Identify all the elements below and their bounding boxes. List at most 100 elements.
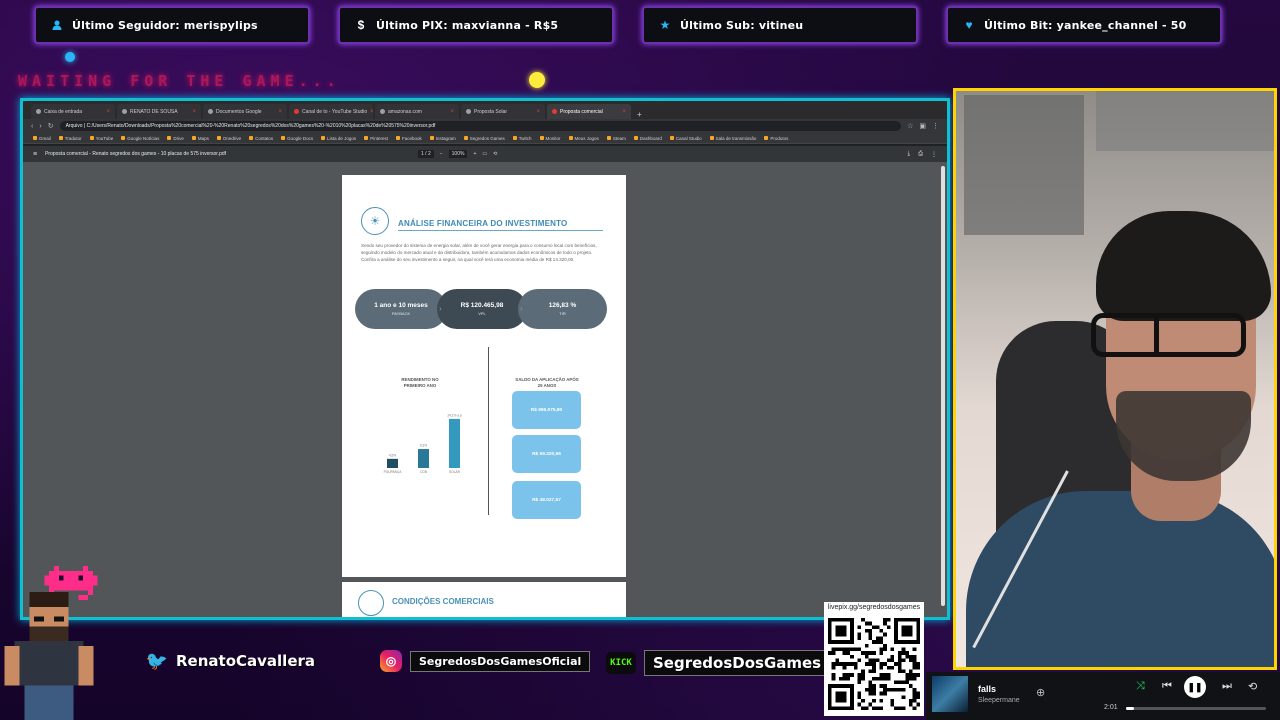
bookmark-item[interactable]: Contatos [249,136,273,141]
livepix-qr[interactable]: livepix.gg/segredosdosgames [824,602,924,716]
star-icon[interactable]: ☆ [907,122,913,130]
bookmark-item[interactable]: Google Docs [281,136,313,141]
social-kick[interactable]: KICK SegredosDosGames [606,650,831,676]
bookmark-item[interactable]: Gmail [33,136,51,141]
folder-icon [58,136,63,140]
bookmark-item[interactable]: Steam [606,135,626,141]
progress-bar[interactable] [1126,707,1266,710]
bookmark-item[interactable]: Segredos Games [463,136,505,141]
solar-logo-icon: ☀ [361,207,389,235]
zoom-level[interactable]: 100% [448,150,468,158]
bookmark-item[interactable]: Twitch [512,136,532,141]
forward-icon[interactable]: › [39,123,41,130]
kick-icon: KICK [606,652,636,674]
page-indicator[interactable]: 1 / 2 [418,150,434,158]
shuffle-icon[interactable]: ⤨ [1136,680,1145,693]
extensions-icon[interactable]: ▣ [919,122,926,130]
instagram-icon: ◎ [380,650,402,672]
rotate-icon[interactable]: ⟲ [493,151,497,157]
chart-bar [387,458,398,468]
bookmark-item[interactable]: Sala de transmissão [709,136,756,141]
dollar-icon: $ [357,18,365,32]
close-icon[interactable]: × [450,109,454,115]
glow-dot [529,72,545,88]
metric-label: VPL [478,311,486,316]
pause-button[interactable]: ❚❚ [1184,676,1206,698]
browser-tab[interactable]: Caixa de entrada × [31,104,115,119]
fit-page-icon[interactable]: ▭ [482,151,487,157]
bookmark-label: Onedrive [222,135,242,141]
repeat-icon[interactable]: ⟲ [1248,680,1257,693]
bookmark-item[interactable]: Lista de Jogos [321,136,356,141]
social-twitter[interactable]: 🐦 RenatoCavallera [146,650,315,672]
bookmark-item[interactable]: Monitor [539,136,561,141]
bookmark-label: Tradutor [64,135,82,141]
bookmark-label: Google Docs [287,135,314,141]
bookmark-label: Pinterest [370,135,388,141]
balance-box: R$ 48.027,57 [512,481,581,519]
bookmark-item[interactable]: Maps [191,136,209,141]
folder-icon [512,136,517,140]
previous-icon[interactable]: ⏮ [1162,680,1172,693]
metric-label: PAYBACK [391,311,411,316]
alert-last-pix: $ Último PIX: maxvianna - R$5 [338,6,614,44]
twitter-handle: RenatoCavallera [176,652,316,670]
browser-tab[interactable]: Proposta Solar × [461,104,545,119]
close-icon[interactable]: × [536,109,540,115]
wall-panel [1096,91,1274,151]
bookmark-item[interactable]: Dashboard [633,136,662,141]
bookmark-item[interactable]: Google Notícias [121,136,159,141]
zoom-out-icon[interactable]: − [440,151,443,157]
browser-tab[interactable]: amazonas.com × [375,104,459,119]
bookmark-item[interactable]: Facebook [395,136,422,141]
bookmark-item[interactable]: Produtos [764,136,788,141]
alert-last-bit: ♥ Último Bit: yankee_channel - 50 [946,6,1222,44]
bookmark-label: Meus Jogos [574,135,599,141]
bookmark-item[interactable]: Onedrive [216,135,242,141]
pdf-toolbar: ≡ Proposta comercial - Renato segredos d… [23,146,947,162]
bookmark-item[interactable]: YouTube [89,136,113,141]
bookmark-item[interactable]: Drive [167,136,184,141]
add-to-library-icon[interactable]: ⊕ [1036,686,1045,699]
scrollbar[interactable] [941,166,945,606]
folder-icon [281,136,286,140]
close-icon[interactable]: × [192,109,196,115]
section-title: ANÁLISE FINANCEIRA DO INVESTIMENTO [398,219,568,228]
browser-tab-active[interactable]: Proposta comercial × [547,104,631,119]
menu-icon[interactable]: ≡ [33,151,37,158]
download-icon[interactable]: ⤓ [908,151,911,158]
browser-tab[interactable]: Canal de to - YouTube Studio× [289,104,373,119]
bookmark-item[interactable]: Canal Studio [669,136,702,141]
folder-icon [395,136,400,140]
social-instagram[interactable]: ◎ SegredosDosGamesOficial [380,650,591,672]
chart-data-label: 24,1% a.a [447,413,462,417]
reload-icon[interactable]: ↻ [48,122,54,130]
pdf-viewer[interactable]: ☀ ANÁLISE FINANCEIRA DO INVESTIMENTO Sen… [23,162,947,617]
bookmark-item[interactable]: Instagram [429,136,456,141]
browser-tab[interactable]: RENATO DE SOUSA × [117,104,201,119]
pdf-page: ☀ ANÁLISE FINANCEIRA DO INVESTIMENTO Sen… [342,175,626,577]
back-icon[interactable]: ‹ [31,123,33,130]
close-icon[interactable]: × [278,109,282,115]
new-tab-button[interactable]: + [633,110,646,119]
bookmark-label: Steam [612,135,626,141]
more-icon[interactable]: ⋮ [931,151,937,158]
next-icon[interactable]: ⏭ [1222,680,1232,693]
close-icon[interactable]: × [370,109,373,115]
bookmark-item[interactable]: Pinterest [364,136,388,141]
zoom-in-icon[interactable]: + [473,151,476,157]
bookmark-item[interactable]: Meus Jogos [568,135,599,141]
menu-icon[interactable]: ⋮ [932,122,939,130]
close-icon[interactable]: × [622,109,626,115]
metric-value: 126,83 % [548,302,577,309]
url-field[interactable]: Arquivo | C:/Users/Renato/Downloads/Prop… [59,121,902,131]
folder-icon [191,136,196,140]
bookmark-item[interactable]: Tradutor [58,135,82,141]
close-icon[interactable]: × [106,109,110,115]
folder-icon [568,136,573,140]
browser-tab[interactable]: Documentos Google × [203,104,287,119]
webcam-feed [953,88,1277,670]
chart-heading: RENDIMENTO NO PRIMEIRO ANO [401,377,439,388]
print-icon[interactable]: ⎙ [918,151,923,158]
folder-icon [606,136,611,140]
